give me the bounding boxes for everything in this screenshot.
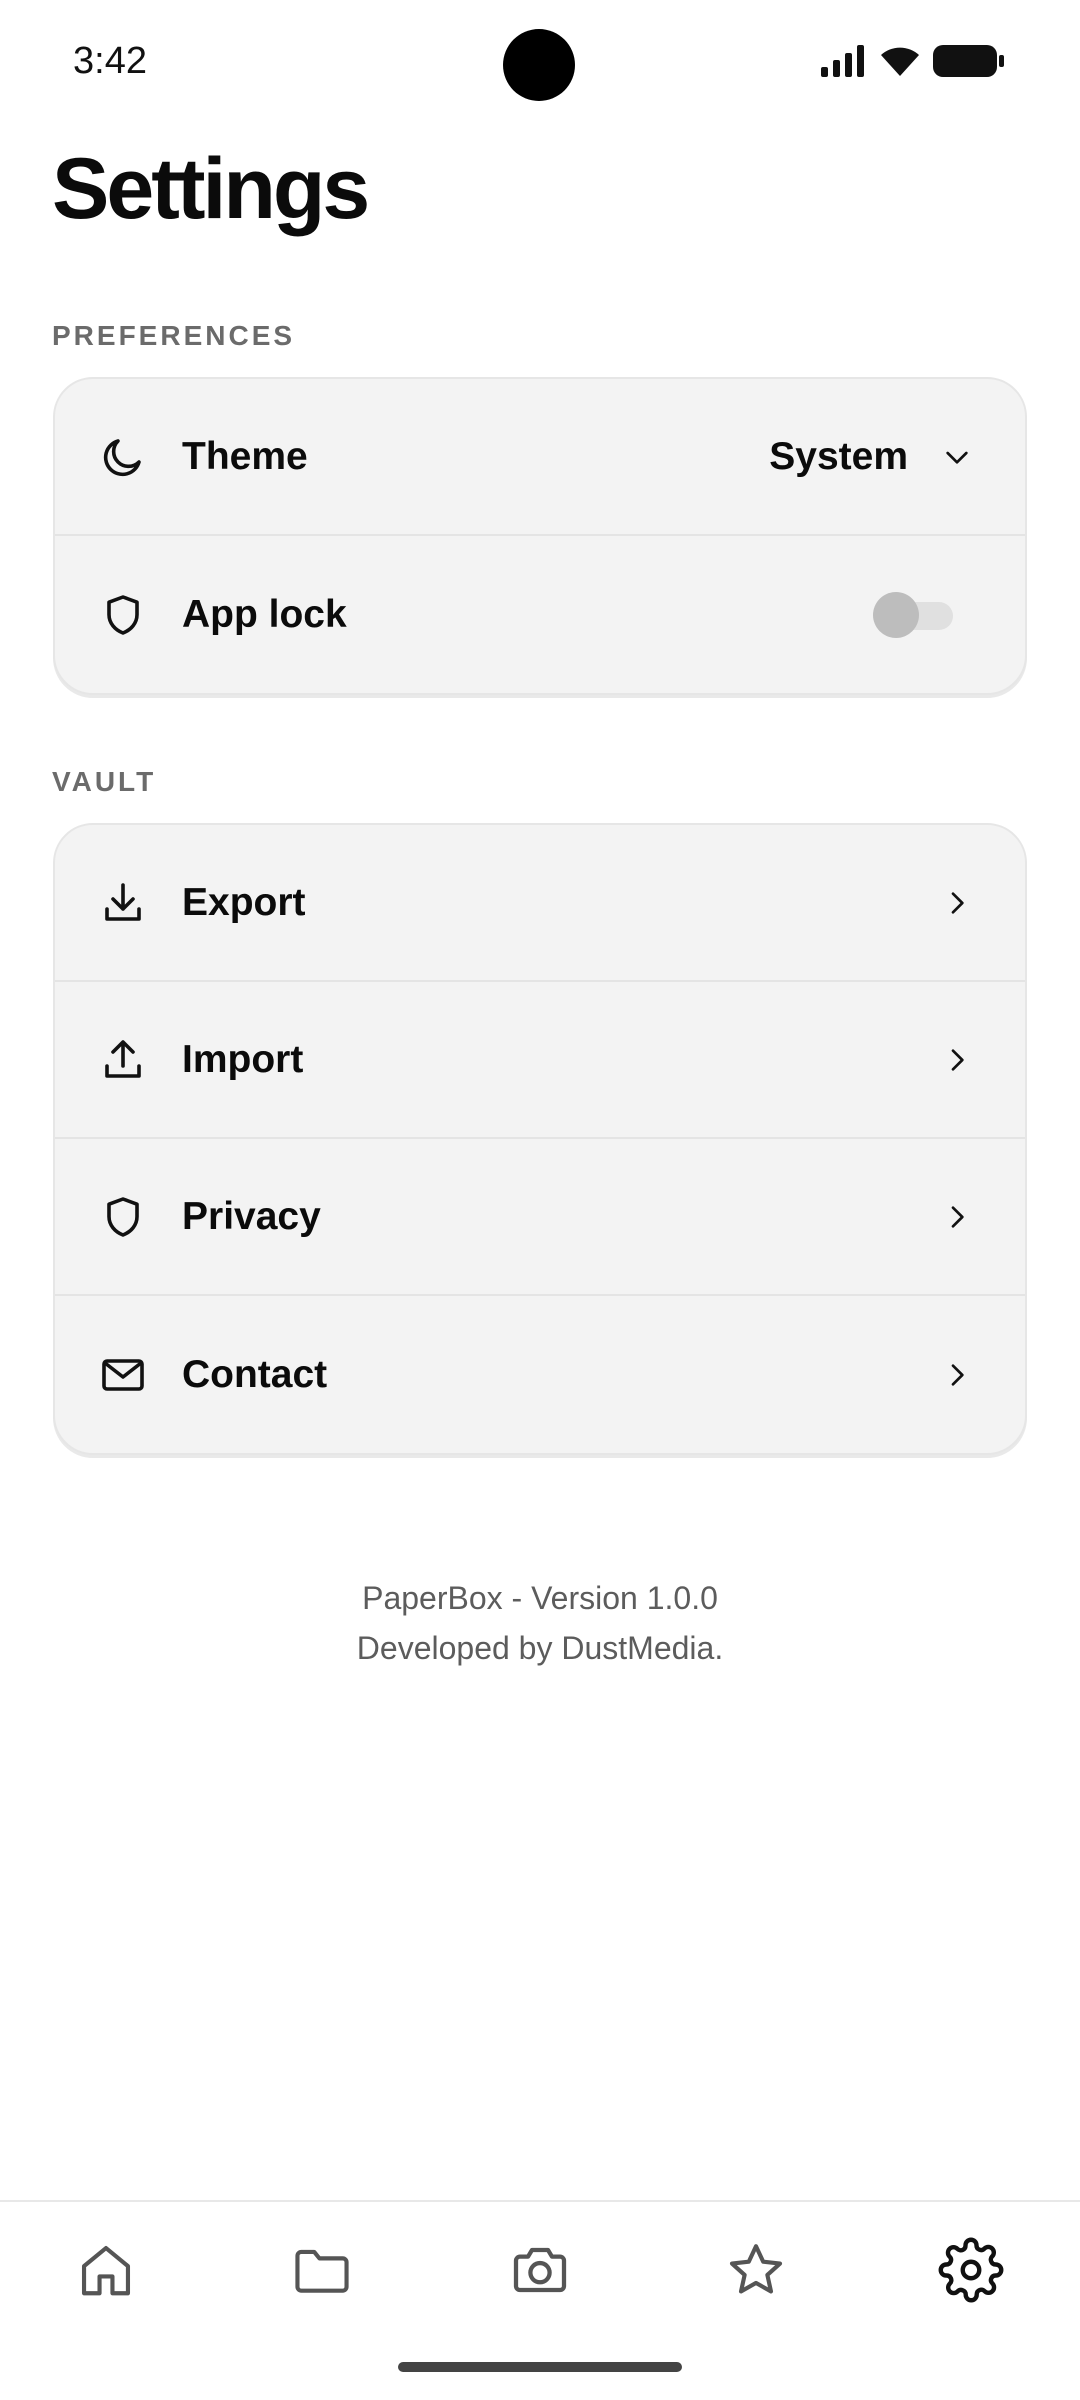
wifi-icon	[879, 45, 921, 77]
nav-camera[interactable]	[504, 2234, 576, 2306]
settings-row-contact[interactable]: Contact	[55, 1296, 1025, 1453]
gear-icon	[938, 2237, 1004, 2303]
chevron-right-icon	[941, 887, 973, 919]
chevron-down-icon[interactable]	[941, 441, 973, 473]
settings-screen: 3:42 Settings PREFERENCES Theme System A…	[0, 0, 1080, 2400]
status-icons	[821, 44, 1005, 78]
camera-icon	[508, 2238, 572, 2302]
shield-icon	[99, 591, 147, 639]
app-lock-toggle[interactable]	[873, 591, 955, 638]
preferences-card: Theme System App lock	[53, 377, 1027, 695]
settings-row-privacy[interactable]: Privacy	[55, 1139, 1025, 1296]
nav-favorites[interactable]	[720, 2234, 792, 2306]
section-label-preferences: PREFERENCES	[52, 320, 296, 351]
shield-icon	[99, 1193, 147, 1241]
export-label: Export	[182, 880, 306, 924]
app-lock-label: App lock	[182, 592, 347, 636]
folder-icon	[291, 2239, 353, 2301]
settings-row-theme[interactable]: Theme System	[55, 379, 1025, 536]
vault-card: Export Import Privacy Contact	[53, 823, 1027, 1455]
mail-icon	[99, 1351, 147, 1399]
star-icon	[725, 2239, 787, 2301]
moon-icon	[99, 433, 147, 481]
nav-home[interactable]	[70, 2234, 142, 2306]
home-icon	[75, 2239, 137, 2301]
nav-settings[interactable]	[935, 2234, 1007, 2306]
page-title: Settings	[52, 141, 370, 237]
front-camera	[503, 29, 575, 101]
nav-folders[interactable]	[286, 2234, 358, 2306]
home-indicator[interactable]	[398, 2362, 682, 2372]
settings-row-app-lock[interactable]: App lock	[55, 536, 1025, 693]
toggle-thumb	[873, 591, 919, 638]
download-icon	[99, 879, 147, 927]
status-time: 3:42	[73, 40, 147, 82]
chevron-right-icon	[941, 1044, 973, 1076]
section-label-vault: VAULT	[52, 766, 157, 797]
chevron-right-icon	[941, 1201, 973, 1233]
theme-value[interactable]: System	[769, 435, 908, 479]
app-version: PaperBox - Version 1.0.0	[362, 1580, 718, 1616]
theme-label: Theme	[182, 434, 308, 478]
settings-row-import[interactable]: Import	[55, 982, 1025, 1139]
signal-icon	[821, 45, 867, 77]
battery-icon	[933, 44, 1005, 78]
privacy-label: Privacy	[182, 1194, 321, 1238]
settings-row-export[interactable]: Export	[55, 825, 1025, 982]
import-label: Import	[182, 1037, 304, 1081]
status-bar: 3:42	[0, 0, 1080, 130]
upload-icon	[99, 1036, 147, 1084]
app-developer: Developed by DustMedia.	[356, 1630, 724, 1666]
chevron-right-icon	[941, 1359, 973, 1391]
contact-label: Contact	[182, 1352, 328, 1396]
